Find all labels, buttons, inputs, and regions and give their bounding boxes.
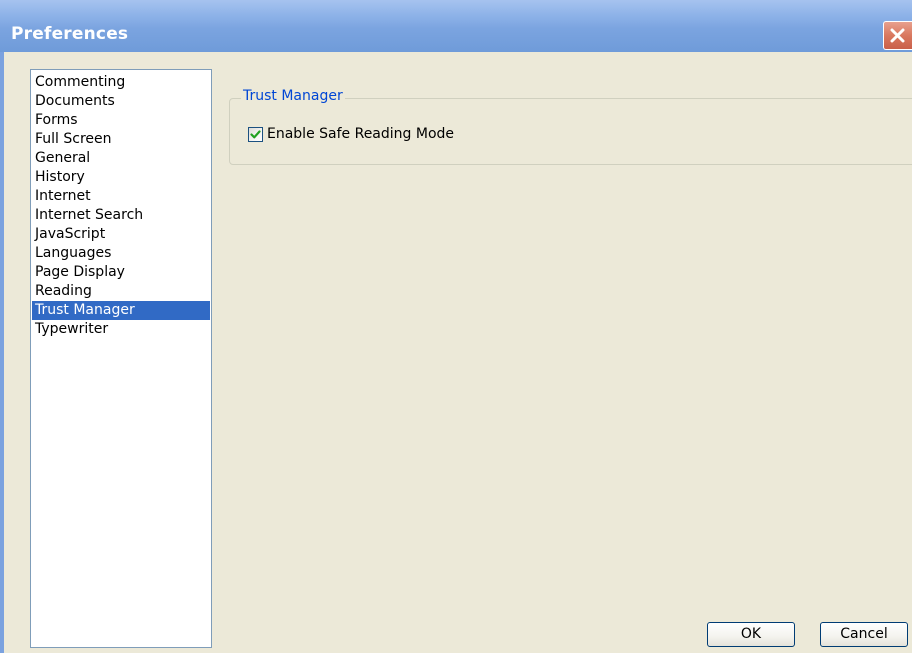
checkmark-icon bbox=[250, 129, 261, 138]
category-item-languages[interactable]: Languages bbox=[32, 244, 210, 263]
category-item-forms[interactable]: Forms bbox=[32, 111, 210, 130]
ok-button[interactable]: OK bbox=[707, 622, 795, 647]
close-button[interactable] bbox=[883, 21, 912, 50]
groupbox-title: Trust Manager bbox=[241, 88, 345, 104]
cancel-button[interactable]: Cancel bbox=[820, 622, 908, 647]
category-item-internet[interactable]: Internet bbox=[32, 187, 210, 206]
category-item-javascript[interactable]: JavaScript bbox=[32, 225, 210, 244]
category-item-documents[interactable]: Documents bbox=[32, 92, 210, 111]
category-item-internet-search[interactable]: Internet Search bbox=[32, 206, 210, 225]
category-list[interactable]: Commenting Documents Forms Full Screen G… bbox=[30, 69, 212, 648]
safe-reading-checkbox[interactable] bbox=[248, 126, 263, 142]
window-title: Preferences bbox=[11, 24, 129, 44]
category-item-history[interactable]: History bbox=[32, 168, 210, 187]
category-item-full-screen[interactable]: Full Screen bbox=[32, 130, 210, 149]
category-item-commenting[interactable]: Commenting bbox=[32, 73, 210, 92]
category-item-trust-manager[interactable]: Trust Manager bbox=[32, 301, 210, 320]
category-item-page-display[interactable]: Page Display bbox=[32, 263, 210, 282]
category-item-typewriter[interactable]: Typewriter bbox=[32, 320, 210, 339]
category-item-general[interactable]: General bbox=[32, 149, 210, 168]
preferences-dialog: Preferences Commenting Documents Forms F… bbox=[0, 0, 912, 653]
safe-reading-label[interactable]: Enable Safe Reading Mode bbox=[267, 126, 454, 142]
safe-reading-option[interactable]: Enable Safe Reading Mode bbox=[248, 124, 454, 144]
close-icon bbox=[890, 28, 905, 43]
window-left-border bbox=[0, 52, 4, 653]
title-bar[interactable]: Preferences bbox=[0, 0, 912, 52]
category-item-reading[interactable]: Reading bbox=[32, 282, 210, 301]
